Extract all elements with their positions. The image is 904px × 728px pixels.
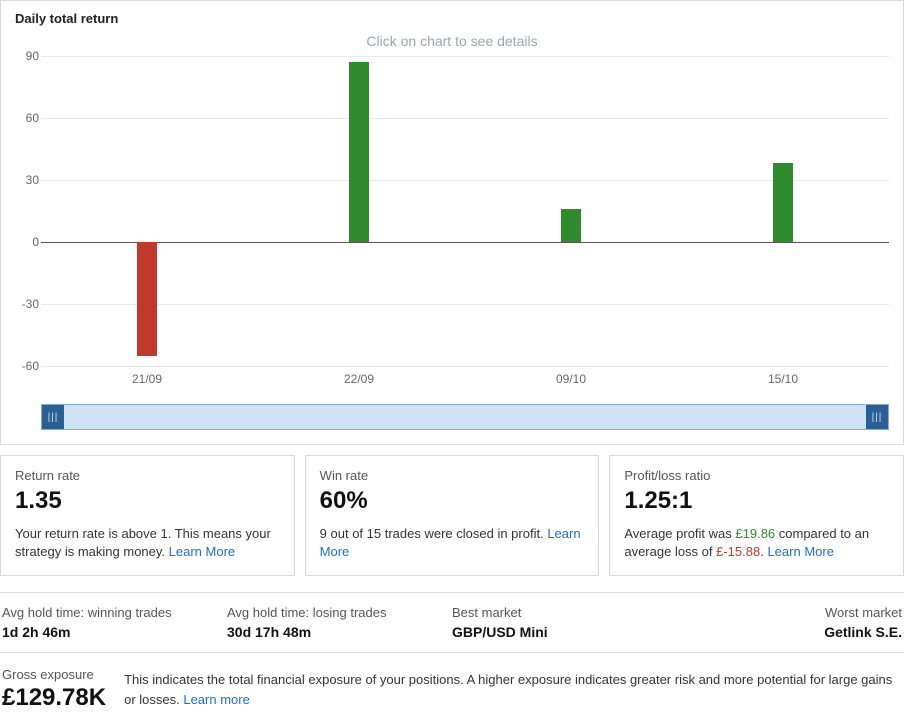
loss-amount: £-15.88 [716,544,760,559]
y-axis: -60-300306090 [15,56,39,366]
chart-hint: Click on chart to see details [1,33,903,49]
stat-label: Best market [452,605,677,620]
y-tick-label: -60 [15,359,39,373]
slider-right-handle[interactable]: ||| [866,405,888,429]
win-rate-card: Win rate 60% 9 out of 15 trades were clo… [305,455,600,576]
stats-row: Avg hold time: winning trades 1d 2h 46m … [0,592,904,653]
gridline [41,56,889,57]
learn-more-link[interactable]: Learn More [767,544,833,559]
learn-more-link[interactable]: Learn more [183,692,249,707]
grip-icon: ||| [48,412,59,423]
chart-range-slider[interactable]: ||| ||| [41,404,889,430]
return-rate-card: Return rate 1.35 Your return rate is abo… [0,455,295,576]
x-tick-label: 15/10 [768,372,798,386]
plot[interactable] [41,56,889,366]
y-tick-label: 0 [15,235,39,249]
best-market-stat: Best market GBP/USD Mini [452,605,677,640]
x-axis: 21/09 22/09 09/10 15/10 [41,372,889,390]
exposure-left: Gross exposure £129.78K [2,667,106,712]
stat-value: Getlink S.E. [677,624,902,640]
daily-return-chart-panel: Daily total return Click on chart to see… [0,0,904,445]
stat-label: Avg hold time: losing trades [227,605,452,620]
card-value: 1.35 [15,487,280,515]
chart-bar[interactable] [137,242,157,356]
exposure-label: Gross exposure [2,667,106,682]
stat-label: Worst market [677,605,902,620]
card-description: 9 out of 15 trades were closed in profit… [320,525,585,561]
x-tick-label: 09/10 [556,372,586,386]
profit-loss-ratio-card: Profit/loss ratio 1.25:1 Average profit … [609,455,904,576]
card-description: Your return rate is above 1. This means … [15,525,280,561]
worst-market-stat: Worst market Getlink S.E. [677,605,902,640]
avg-hold-winning-stat: Avg hold time: winning trades 1d 2h 46m [2,605,227,640]
slider-left-handle[interactable]: ||| [42,405,64,429]
exposure-value: £129.78K [2,684,106,712]
metrics-cards-row: Return rate 1.35 Your return rate is abo… [0,455,904,576]
card-description: Average profit was £19.86 compared to an… [624,525,889,561]
chart-plot-area[interactable]: -60-300306090 [41,56,889,366]
gridline [41,180,889,181]
card-label: Win rate [320,468,585,483]
chart-bar[interactable] [561,209,581,242]
chart-title: Daily total return [15,11,889,26]
card-desc-text: 9 out of 15 trades were closed in profit… [320,526,548,541]
gross-exposure-row: Gross exposure £129.78K This indicates t… [0,667,904,718]
profit-amount: £19.86 [735,526,775,541]
grip-icon: ||| [872,412,883,423]
y-tick-label: 60 [15,111,39,125]
card-value: 60% [320,487,585,515]
stat-value: GBP/USD Mini [452,624,677,640]
y-tick-label: -30 [15,297,39,311]
avg-hold-losing-stat: Avg hold time: losing trades 30d 17h 48m [227,605,452,640]
x-tick-label: 22/09 [344,372,374,386]
stat-value: 1d 2h 46m [2,624,227,640]
y-tick-label: 30 [15,173,39,187]
card-desc-text: Average profit was [624,526,735,541]
slider-track[interactable] [64,405,866,429]
stat-value: 30d 17h 48m [227,624,452,640]
zero-line [41,242,889,243]
gridline [41,118,889,119]
gridline [41,304,889,305]
card-label: Profit/loss ratio [624,468,889,483]
y-tick-label: 90 [15,49,39,63]
chart-bar[interactable] [773,163,793,242]
gridline [41,366,889,367]
card-label: Return rate [15,468,280,483]
stat-label: Avg hold time: winning trades [2,605,227,620]
x-tick-label: 21/09 [132,372,162,386]
chart-bar[interactable] [349,62,369,242]
learn-more-link[interactable]: Learn More [169,544,235,559]
card-value: 1.25:1 [624,487,889,515]
exposure-description: This indicates the total financial expos… [124,670,902,709]
